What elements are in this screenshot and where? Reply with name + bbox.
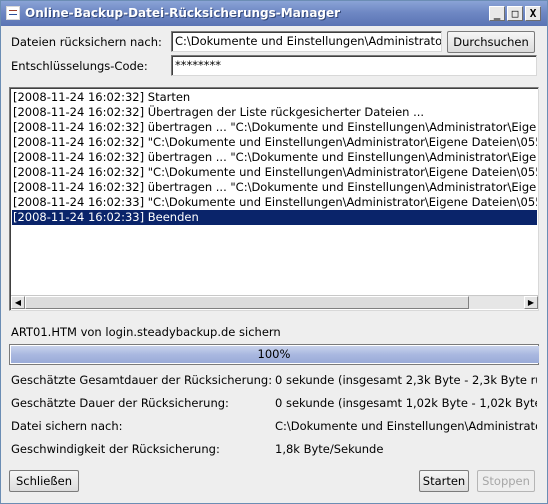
total-duration-label: Geschätzte Gesamtdauer der Rücksicherung… [11, 373, 273, 387]
log-line[interactable]: [2008-11-24 16:02:33] "C:\Dokumente und … [12, 195, 537, 210]
log-line[interactable]: [2008-11-24 16:02:32] Übertragen der Lis… [12, 105, 537, 120]
log-list[interactable]: [2008-11-24 16:02:32] Starten [2008-11-24… [9, 87, 539, 311]
speed-label: Geschwindigkeit der Rücksicherung: [11, 442, 220, 456]
duration-label: Geschätzte Dauer der Rücksicherung: [11, 396, 229, 410]
restore-manager-window: Online-Backup-Datei-Rücksicherungs-Manag… [0, 0, 548, 504]
log-line[interactable]: [2008-11-24 16:02:32] "C:\Dokumente und … [12, 165, 537, 180]
close-button[interactable]: Schließen [9, 470, 79, 492]
log-line[interactable]: [2008-11-24 16:02:32] "C:\Dokumente und … [12, 135, 537, 150]
log-line[interactable]: [2008-11-24 16:02:32] übertragen ... "C:… [12, 180, 537, 195]
log-lines: [2008-11-24 16:02:32] Starten [2008-11-24… [12, 90, 537, 296]
current-file-status: ART01.HTM von login.steadybackup.de sich… [11, 325, 281, 339]
title-bar[interactable]: Online-Backup-Datei-Rücksicherungs-Manag… [1, 1, 547, 26]
save-to-label: Datei sichern nach: [11, 419, 123, 433]
speed-value: 1,8k Byte/Sekunde [275, 442, 384, 456]
scroll-thumb[interactable] [25, 296, 469, 309]
maximize-button[interactable]: □ [507, 6, 523, 21]
minimize-button[interactable]: _ [489, 6, 505, 21]
stop-button[interactable]: Stoppen [477, 470, 535, 492]
horizontal-scrollbar[interactable]: ◀ ▶ [11, 295, 538, 309]
progress-bar: 100% [9, 344, 539, 365]
scroll-right-icon[interactable]: ▶ [524, 296, 538, 309]
close-window-button[interactable]: X [525, 6, 541, 21]
log-line[interactable]: [2008-11-24 16:02:32] übertragen ... "C:… [12, 150, 537, 165]
scroll-left-icon[interactable]: ◀ [11, 296, 25, 309]
save-to-value: C:\Dokumente und Einstellungen\Administr… [275, 419, 537, 433]
app-icon [6, 6, 20, 20]
duration-value: 0 sekunde (insgesamt 1,02k Byte - 1,02k … [275, 396, 537, 410]
start-button[interactable]: Starten [419, 470, 469, 492]
window-title: Online-Backup-Datei-Rücksicherungs-Manag… [25, 6, 341, 20]
encryption-code-field[interactable]: ******** [171, 55, 537, 76]
log-line[interactable]: [2008-11-24 16:02:32] übertragen ... "C:… [12, 120, 537, 135]
browse-button[interactable]: Durchsuchen [447, 31, 535, 53]
log-line[interactable]: [2008-11-24 16:02:33] Beenden [12, 210, 537, 225]
restore-to-path-field[interactable]: C:\Dokumente und Einstellungen\Administr… [171, 31, 442, 52]
restore-to-label: Dateien rücksichern nach: [11, 35, 162, 49]
progress-text: 100% [257, 347, 291, 361]
log-line[interactable]: [2008-11-24 16:02:32] Starten [12, 90, 537, 105]
encryption-code-label: Entschlüsselungs-Code: [11, 59, 148, 73]
total-duration-value: 0 sekunde (insgesamt 2,3k Byte - 2,3k By… [275, 373, 537, 387]
